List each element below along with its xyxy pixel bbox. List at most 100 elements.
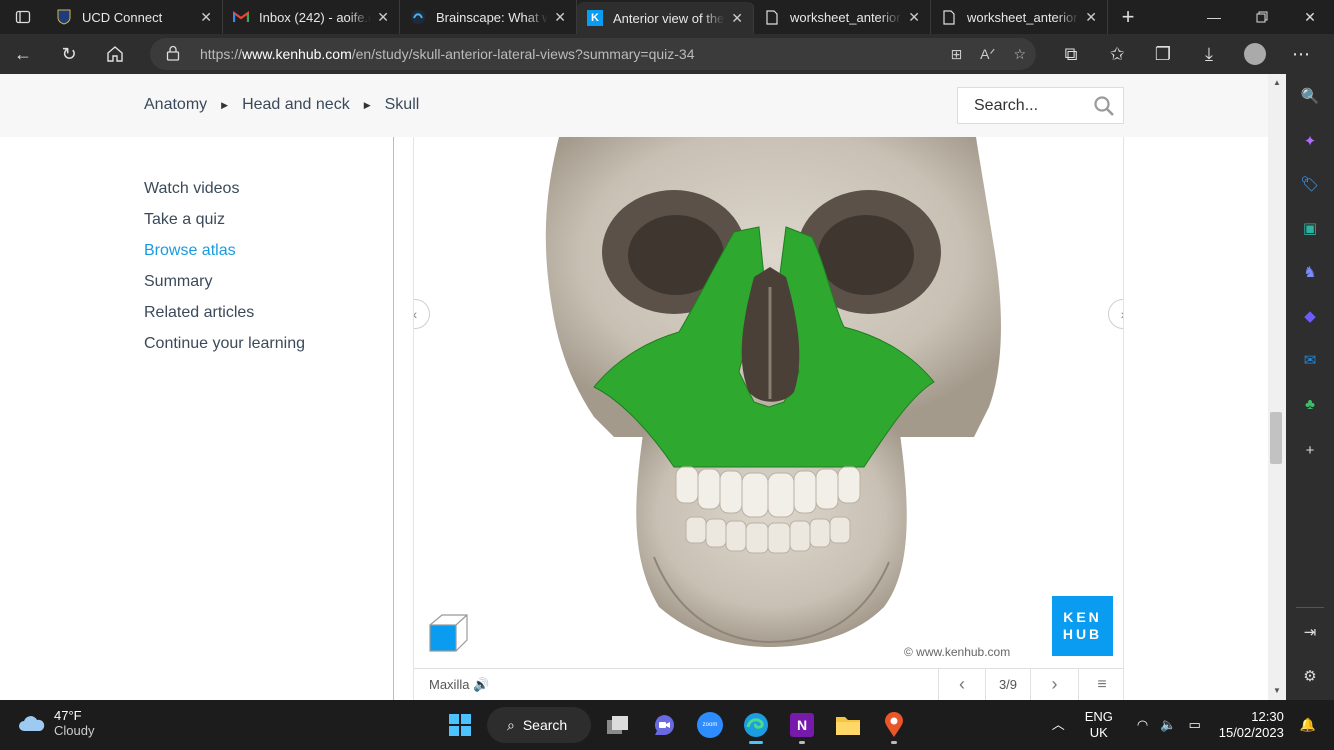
volume-icon[interactable]: 🔈 — [1154, 717, 1182, 733]
scroll-down-arrow-icon[interactable]: ▼ — [1268, 686, 1286, 695]
breadcrumb-skull[interactable]: Skull — [385, 96, 420, 114]
caret-right-icon: ▶ — [221, 99, 229, 110]
copilot-sparkle-icon[interactable]: ✦ — [1298, 129, 1322, 153]
notifications-bell-icon[interactable]: 🔔 — [1296, 717, 1334, 733]
clock[interactable]: 12:30 15/02/2023 — [1207, 709, 1296, 741]
maps-app-button[interactable] — [871, 705, 917, 745]
nav-take-a-quiz[interactable]: Take a quiz — [144, 209, 305, 240]
back-button[interactable]: ← — [0, 34, 46, 74]
restore-button[interactable] — [1238, 0, 1286, 34]
settings-more-button[interactable]: ⋯ — [1278, 34, 1324, 74]
show-hidden-icons-chevron-icon[interactable]: ︿ — [1038, 717, 1079, 733]
structure-list-button[interactable]: ≡ — [1078, 668, 1123, 700]
page-scrollbar[interactable]: ▲ ▼ — [1268, 74, 1286, 700]
edge-app-button[interactable] — [733, 705, 779, 745]
speaker-icon[interactable]: 🔊 — [473, 677, 489, 692]
battery-icon[interactable]: ▭ — [1182, 717, 1206, 733]
prev-structure-button[interactable]: ‹ — [938, 668, 985, 700]
url-path: /en/study/skull-anterior-lateral-views?s… — [351, 46, 695, 62]
profile-button[interactable] — [1232, 34, 1278, 74]
outlook-icon[interactable]: ✉ — [1298, 348, 1322, 372]
downloads-button[interactable]: ⤓ — [1186, 34, 1232, 74]
wifi-icon[interactable]: ◠ — [1119, 717, 1154, 733]
language-line-2: UK — [1089, 725, 1108, 740]
weather-widget[interactable]: 47°F Cloudy — [18, 708, 94, 738]
breadcrumb: Anatomy ▶ Head and neck ▶ Skull — [144, 96, 419, 114]
tab-gmail-inbox[interactable]: Inbox (242) - aoife.c ✕ — [223, 0, 400, 34]
column-divider — [393, 137, 394, 700]
zoom-app-button[interactable]: zoom — [687, 705, 733, 745]
minimize-button[interactable]: — — [1190, 0, 1238, 34]
tab-worksheet-2[interactable]: worksheet_anterior_ ✕ — [931, 0, 1108, 34]
scroll-up-arrow-icon[interactable]: ▲ — [1268, 78, 1286, 87]
teams-chat-button[interactable] — [641, 705, 687, 745]
close-tab-icon[interactable]: ✕ — [1085, 9, 1097, 26]
zoom-icon: zoom — [697, 712, 723, 738]
refresh-button[interactable]: ↻ — [46, 34, 92, 74]
clock-date: 15/02/2023 — [1218, 725, 1284, 740]
3d-cube-icon[interactable] — [429, 613, 469, 653]
site-header: Anatomy ▶ Head and neck ▶ Skull Search..… — [0, 74, 1268, 137]
language-indicator[interactable]: ENG UK — [1079, 709, 1119, 741]
office-icon[interactable]: ◆ — [1298, 304, 1322, 328]
tab-title: Anterior view of the — [613, 10, 725, 26]
hide-sidebar-icon[interactable]: ⇥ — [1298, 620, 1322, 644]
tab-title: worksheet_anterior_ — [790, 9, 903, 25]
tab-actions-button[interactable] — [0, 0, 46, 34]
tools-briefcase-icon[interactable]: ▣ — [1298, 216, 1322, 240]
file-explorer-button[interactable] — [825, 705, 871, 745]
close-tab-icon[interactable]: ✕ — [200, 9, 212, 26]
site-search-input[interactable]: Search... — [957, 87, 1124, 124]
close-window-button[interactable]: ✕ — [1286, 0, 1334, 34]
scrollbar-thumb[interactable] — [1270, 412, 1282, 464]
start-button[interactable] — [437, 705, 483, 745]
nav-browse-atlas[interactable]: Browse atlas — [144, 240, 305, 271]
collections-button[interactable]: ❐ — [1140, 34, 1186, 74]
sidebar-search-icon[interactable]: 🔍 — [1298, 84, 1322, 108]
home-button[interactable] — [92, 34, 138, 74]
extensions-button[interactable]: ⧉ — [1048, 34, 1094, 74]
chevron-left-icon: ‹ — [413, 306, 418, 322]
search-icon[interactable] — [1093, 95, 1115, 122]
shopping-tag-icon[interactable]: 🏷 — [1298, 172, 1322, 196]
onenote-app-button[interactable]: N — [779, 705, 825, 745]
tab-kenhub-active[interactable]: K Anterior view of the ✕ — [577, 2, 754, 34]
web-page: Anatomy ▶ Head and neck ▶ Skull Search..… — [0, 74, 1268, 700]
close-tab-icon[interactable]: ✕ — [554, 9, 566, 26]
weather-condition: Cloudy — [54, 723, 95, 738]
map-pin-icon — [885, 712, 903, 737]
structure-counter: 3/9 — [985, 668, 1031, 700]
sidebar-settings-gear-icon[interactable]: ⚙ — [1298, 664, 1322, 688]
close-tab-icon[interactable]: ✕ — [377, 9, 389, 26]
address-bar[interactable]: https://www.kenhub.com/en/study/skull-an… — [150, 38, 1036, 70]
close-tab-icon[interactable]: ✕ — [731, 10, 743, 27]
logo-line-2: HUB — [1062, 626, 1103, 642]
next-structure-button[interactable]: › — [1031, 669, 1078, 701]
edge-sidebar: 🔍 ✦ 🏷 ▣ ♞ ◆ ✉ ♣ + ⇥ ⚙ — [1286, 74, 1334, 700]
new-tab-button[interactable]: + — [1108, 0, 1148, 34]
breadcrumb-head-and-neck[interactable]: Head and neck — [242, 96, 350, 114]
nav-watch-videos[interactable]: Watch videos — [144, 178, 305, 209]
tab-ucd-connect[interactable]: UCD Connect ✕ — [46, 0, 223, 34]
tab-worksheet-1[interactable]: worksheet_anterior_ ✕ — [754, 0, 931, 34]
task-view-button[interactable] — [595, 705, 641, 745]
breadcrumb-anatomy[interactable]: Anatomy — [144, 96, 207, 114]
add-sidebar-app-icon[interactable]: + — [1298, 438, 1322, 462]
structure-label: Maxilla 🔊 — [414, 677, 938, 693]
sidebar-divider — [1296, 607, 1324, 608]
viewer-control-bar: Maxilla 🔊 ‹ 3/9 › ≡ — [414, 668, 1123, 701]
close-tab-icon[interactable]: ✕ — [908, 9, 920, 26]
favorites-button[interactable]: ✩ — [1094, 34, 1140, 74]
copyright-text: © www.kenhub.com — [904, 645, 1011, 659]
tree-icon[interactable]: ♣ — [1298, 392, 1322, 416]
tab-brainscape[interactable]: Brainscape: What w ✕ — [400, 0, 577, 34]
url-prefix: https:// — [200, 46, 243, 62]
app-available-icon[interactable]: ⊞ — [950, 46, 962, 63]
nav-summary[interactable]: Summary — [144, 271, 305, 302]
add-favorite-icon[interactable]: ☆ — [1013, 46, 1026, 63]
nav-continue-learning[interactable]: Continue your learning — [144, 333, 305, 364]
nav-related-articles[interactable]: Related articles — [144, 302, 305, 333]
games-icon[interactable]: ♞ — [1298, 260, 1322, 284]
read-aloud-icon[interactable]: Aᐟ — [980, 46, 995, 63]
taskbar-search-button[interactable]: ⌕ Search — [487, 707, 591, 743]
